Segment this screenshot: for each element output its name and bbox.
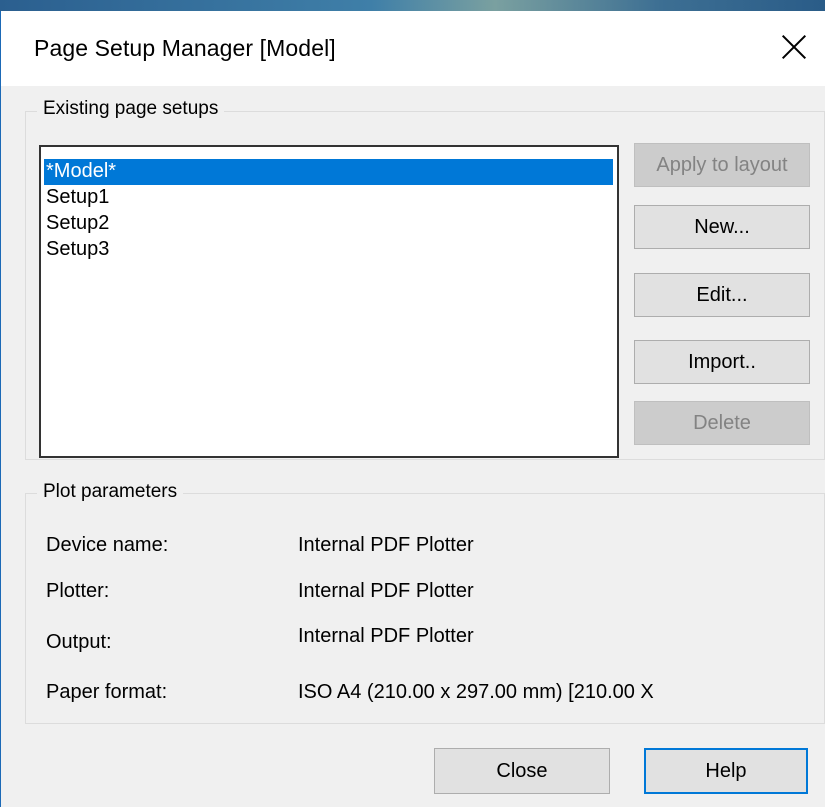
device-name-value: Internal PDF Plotter: [298, 534, 474, 556]
delete-button[interactable]: Delete: [634, 401, 810, 445]
list-item[interactable]: Setup1: [44, 185, 613, 211]
output-label: Output:: [46, 631, 112, 653]
page-setup-manager-dialog: Page Setup Manager [Model] Existing page…: [0, 11, 825, 807]
import-button[interactable]: Import..: [634, 340, 810, 384]
close-button[interactable]: Close: [434, 748, 610, 794]
paper-format-label: Paper format:: [46, 681, 168, 703]
page-setups-list[interactable]: *Model* Setup1 Setup2 Setup3: [39, 145, 619, 458]
new-button[interactable]: New...: [634, 205, 810, 249]
help-button[interactable]: Help: [644, 748, 808, 794]
close-icon[interactable]: [776, 29, 812, 65]
list-item[interactable]: Setup2: [44, 211, 613, 237]
dialog-title: Page Setup Manager [Model]: [34, 35, 336, 61]
apply-to-layout-button[interactable]: Apply to layout: [634, 143, 810, 187]
list-item[interactable]: Setup3: [44, 237, 613, 263]
title-bar: Page Setup Manager [Model]: [1, 11, 825, 86]
plotter-label: Plotter:: [46, 580, 110, 602]
list-item[interactable]: *Model*: [44, 159, 613, 185]
existing-setups-legend: Existing page setups: [37, 98, 225, 120]
output-value: Internal PDF Plotter: [298, 625, 474, 647]
device-name-label: Device name:: [46, 534, 169, 556]
plotter-value: Internal PDF Plotter: [298, 580, 474, 602]
plot-parameters-legend: Plot parameters: [37, 481, 184, 503]
paper-format-value: ISO A4 (210.00 x 297.00 mm) [210.00 X: [298, 681, 654, 703]
edit-button[interactable]: Edit...: [634, 273, 810, 317]
